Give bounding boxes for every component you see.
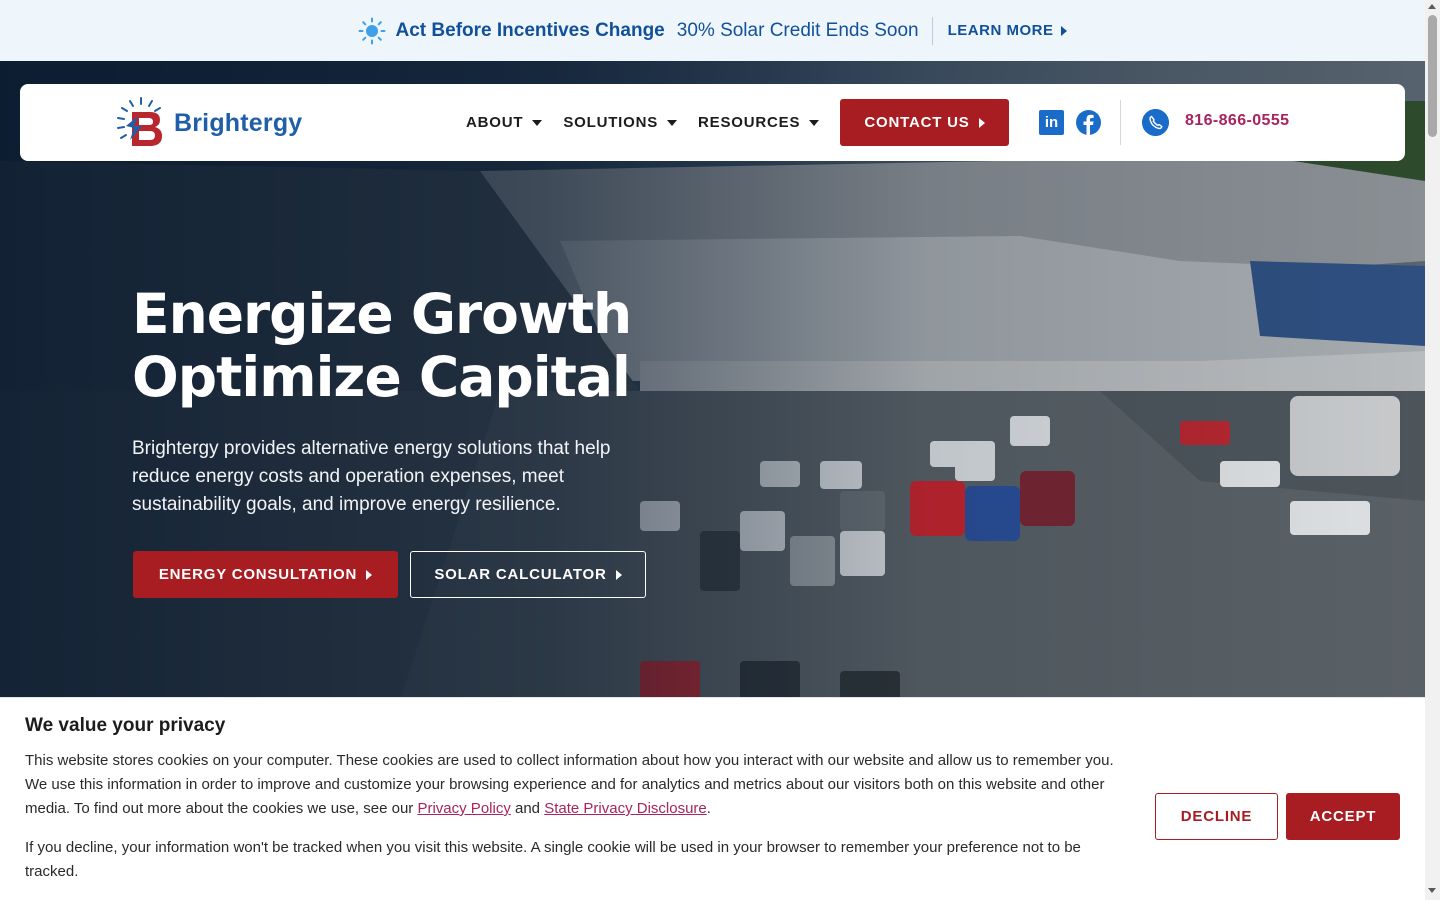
- contact-us-label: CONTACT US: [864, 114, 970, 131]
- phone-icon[interactable]: [1142, 109, 1169, 136]
- announcement-subtext: 30% Solar Credit Ends Soon: [677, 16, 933, 45]
- hero-title-line-1: Energize Growth: [132, 282, 632, 346]
- caret-down-icon: [667, 119, 678, 126]
- cookie-decline-note: If you decline, your information won't b…: [25, 839, 1081, 880]
- site-header: Brightergy ABOUT SOLUTIONS RESOURCES CON…: [20, 84, 1405, 161]
- nav-item-label: RESOURCES: [698, 114, 801, 131]
- linkedin-icon[interactable]: in: [1039, 110, 1064, 135]
- chevron-right-icon: [1061, 25, 1068, 36]
- caret-down-icon: [532, 119, 543, 126]
- announcement-headline: Act Before Incentives Change: [395, 19, 665, 41]
- caret-down-icon: [809, 119, 820, 126]
- facebook-icon[interactable]: [1076, 110, 1101, 135]
- sun-icon: [358, 17, 386, 44]
- announcement-bar: Act Before Incentives Change 30% Solar C…: [0, 0, 1425, 61]
- scroll-up-arrow-icon[interactable]: [1428, 4, 1436, 9]
- hero-title: Energize Growth Optimize Capital: [132, 283, 772, 409]
- cookie-consent-banner: We value your privacy This website store…: [0, 697, 1425, 900]
- scrollbar-thumb[interactable]: [1428, 15, 1437, 137]
- phone-number-link[interactable]: 816-866-0555: [1185, 112, 1289, 130]
- nav-item-about[interactable]: ABOUT: [466, 114, 543, 131]
- energy-consultation-label: ENERGY CONSULTATION: [158, 566, 358, 583]
- solar-calculator-label: SOLAR CALCULATOR: [434, 566, 607, 583]
- chevron-right-icon: [366, 569, 373, 580]
- cookie-title: We value your privacy: [25, 715, 226, 736]
- brand-logo[interactable]: Brightergy: [112, 96, 302, 150]
- nav-item-label: SOLUTIONS: [563, 114, 659, 131]
- solar-calculator-button[interactable]: SOLAR CALCULATOR: [410, 551, 646, 598]
- learn-more-link[interactable]: LEARN MORE: [948, 22, 1068, 39]
- main-nav: ABOUT SOLUTIONS RESOURCES: [466, 84, 840, 161]
- logo-mark-icon: [117, 97, 162, 146]
- cookie-description: This website stores cookies on your comp…: [25, 749, 1130, 821]
- cookie-text-end: .: [706, 800, 711, 817]
- cookie-text-and: and: [510, 800, 545, 817]
- header-divider: [1120, 100, 1121, 145]
- state-privacy-disclosure-link[interactable]: State Privacy Disclosure: [544, 800, 707, 817]
- page-scrollbar[interactable]: [1425, 0, 1440, 900]
- accept-button[interactable]: ACCEPT: [1286, 793, 1400, 840]
- nav-item-resources[interactable]: RESOURCES: [698, 114, 820, 131]
- logo-wordmark: Brightergy: [174, 108, 303, 137]
- scroll-down-arrow-icon[interactable]: [1428, 888, 1436, 893]
- chevron-right-icon: [615, 569, 622, 580]
- nav-item-label: ABOUT: [466, 114, 524, 131]
- privacy-policy-link[interactable]: Privacy Policy: [417, 800, 510, 817]
- decline-button[interactable]: DECLINE: [1155, 793, 1278, 840]
- nav-item-solutions[interactable]: SOLUTIONS: [563, 114, 678, 131]
- chevron-right-icon: [978, 117, 985, 128]
- hero-title-line-2: Optimize Capital: [132, 345, 631, 409]
- contact-us-button[interactable]: CONTACT US: [840, 99, 1009, 146]
- learn-more-label: LEARN MORE: [947, 22, 1054, 39]
- energy-consultation-button[interactable]: ENERGY CONSULTATION: [133, 551, 398, 598]
- hero-description: Brightergy provides alternative energy s…: [132, 438, 611, 515]
